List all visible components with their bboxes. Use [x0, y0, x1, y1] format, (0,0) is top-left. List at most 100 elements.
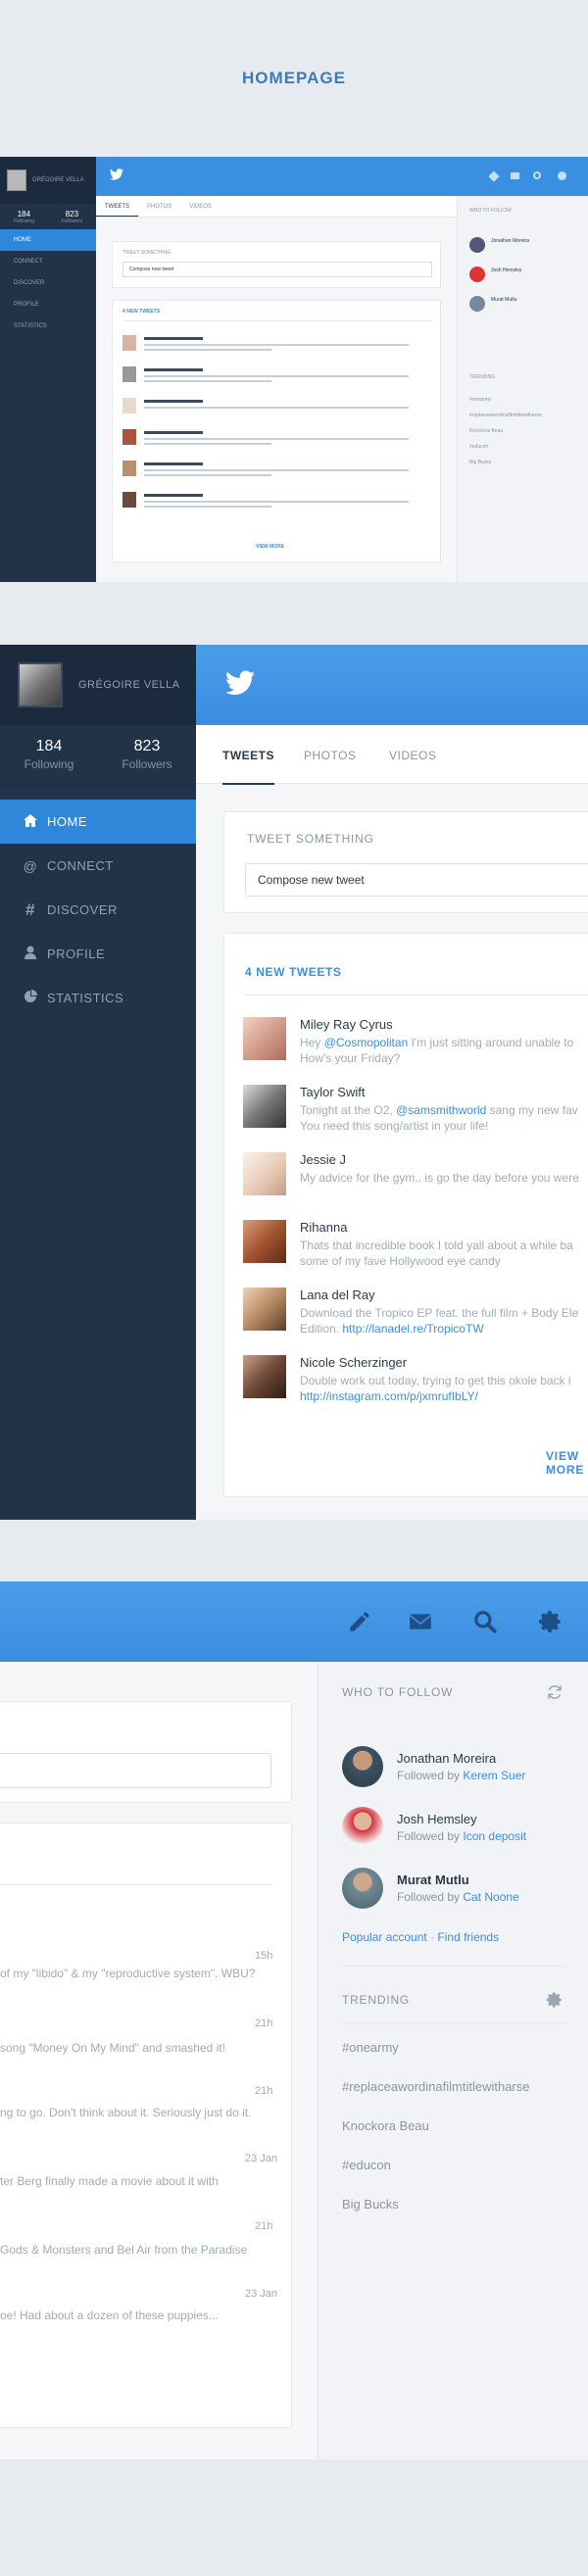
user-icon — [20, 946, 41, 962]
follow-avatar[interactable] — [342, 1807, 383, 1848]
thumb-tweet-row — [122, 429, 436, 453]
followed-by-link[interactable]: Kerem Suer — [463, 1769, 525, 1782]
thumb-nav-discover[interactable]: DISCOVER — [0, 272, 96, 294]
tab-photos[interactable]: PHOTOS — [304, 749, 356, 762]
refresh-icon[interactable] — [546, 1683, 564, 1701]
thumb-nav-statistics[interactable]: STATISTICS — [0, 316, 96, 337]
tweet-author[interactable]: Miley Ray Cyrus — [300, 1017, 393, 1032]
thumb-tweet-row — [122, 366, 436, 390]
follow-suggestion[interactable]: Jonathan Moreira Followed by Kerem Suer — [342, 1746, 577, 1795]
tweet-text-fragment: ng to go. Don't think about it. Seriousl… — [0, 2106, 252, 2119]
followed-by-link[interactable]: Cat Noone — [463, 1890, 518, 1904]
trending-item[interactable]: #educon — [342, 2158, 391, 2172]
twitter-bird-icon[interactable] — [225, 670, 255, 696]
sidebar-item-label: STATISTICS — [47, 991, 124, 1005]
tweet-link[interactable]: http://instagram.com/p/jxmrufIbLY/ — [300, 1389, 478, 1403]
tweet-avatar[interactable] — [243, 1288, 286, 1331]
follow-suggestion[interactable]: Josh Hemsley Followed by Icon deposit — [342, 1807, 577, 1856]
compose-input[interactable] — [0, 1753, 271, 1788]
thumb-tab-videos[interactable]: VIDEOS — [180, 196, 220, 217]
follow-avatar[interactable] — [342, 1868, 383, 1909]
tweet-avatar[interactable] — [243, 1220, 286, 1263]
follow-name[interactable]: Jonathan Moreira — [397, 1751, 496, 1766]
sidebar-item-label: DISCOVER — [47, 902, 118, 917]
thumb-followers-label: Followers — [61, 218, 83, 224]
thumb-nav-connect[interactable]: CONNECT — [0, 251, 96, 272]
avatar[interactable] — [18, 662, 63, 707]
tab-videos[interactable]: VIDEOS — [389, 749, 436, 762]
tweet-avatar[interactable] — [243, 1017, 286, 1060]
tweet-avatar[interactable] — [243, 1152, 286, 1195]
homepage-thumbnail: GRÉGOIRE VELLA 184 Following 823 Followers… — [0, 157, 588, 582]
thumb-tab-tweets[interactable]: TWEETS — [96, 196, 138, 217]
followers-stat[interactable]: 823 Followers — [98, 738, 196, 773]
followers-label: Followers — [122, 756, 172, 771]
tweet-text: Tonight at the O2, @samsmithworld sang m… — [300, 1103, 578, 1133]
sidebar-item-discover[interactable]: # DISCOVER — [0, 888, 196, 932]
sidebar-item-connect[interactable]: @ CONNECT — [0, 844, 196, 888]
at-icon: @ — [23, 857, 38, 874]
compose-input[interactable]: Compose new tweet — [245, 863, 588, 897]
tweet-author[interactable]: Lana del Ray — [300, 1288, 375, 1302]
tweet-author[interactable]: Rihanna — [300, 1220, 347, 1235]
twitter-bird-icon — [110, 169, 123, 180]
compose-card — [0, 1701, 292, 1803]
follow-suggestion[interactable]: Murat Mutlu Followed by Cat Noone — [342, 1868, 577, 1917]
thumb-compose-input[interactable]: Compose new tweet — [122, 262, 432, 277]
home-icon — [20, 813, 41, 830]
sidebar-item-home[interactable]: HOME — [0, 800, 196, 844]
popular-accounts-link[interactable]: Popular account — [342, 1930, 427, 1944]
new-tweets-header[interactable]: 4 NEW TWEETS — [245, 965, 342, 979]
trending-item[interactable]: Big Bucks — [342, 2197, 399, 2211]
thumb-view-more[interactable]: VIEW MORE — [256, 544, 284, 550]
tweet-link[interactable]: http://lanadel.re/TropicoTW — [342, 1322, 483, 1336]
follow-links: Popular account · Find friends — [342, 1930, 500, 1944]
page-title: HOMEPAGE — [242, 69, 346, 87]
tweet-text-fragment: of my "libido" & my "reproductive system… — [0, 1967, 256, 1980]
tweet-author[interactable]: Taylor Swift — [300, 1085, 365, 1099]
tweet-item[interactable]: Jessie J My advice for the gym.. is go t… — [243, 1152, 588, 1211]
tweet-item[interactable]: Rihanna Thats that incredible book I tol… — [243, 1220, 588, 1279]
tweet-text: Hey @Cosmopolitan I'm just sitting aroun… — [300, 1036, 574, 1065]
thumb-compose-card: TWEET SOMETHING Compose new tweet — [112, 241, 441, 288]
trending-item[interactable]: #onearmy — [342, 2040, 399, 2055]
trending-item[interactable]: Knockora Beau — [342, 2118, 429, 2133]
tweet-avatar[interactable] — [243, 1355, 286, 1398]
thumb-topbar — [96, 157, 588, 196]
thumb-tab-photos[interactable]: PHOTOS — [138, 196, 180, 217]
follow-name[interactable]: Murat Mutlu — [397, 1872, 469, 1887]
thumb-nav-home[interactable]: HOME — [0, 229, 96, 251]
tab-tweets[interactable]: TWEETS — [222, 749, 274, 785]
view-more-link[interactable]: VIEW MORE — [546, 1449, 588, 1477]
trending-item[interactable]: #replaceawordinafilmtitlewitharse — [342, 2079, 529, 2094]
mention-link[interactable]: @Cosmopolitan — [324, 1036, 409, 1049]
sidebar-item-statistics[interactable]: STATISTICS — [0, 976, 196, 1020]
followed-by-link[interactable]: Icon deposit — [463, 1829, 526, 1843]
top-bar — [0, 1581, 588, 1662]
search-icon[interactable] — [472, 1609, 498, 1634]
tweet-text-fragment: song "Money On My Mind" and smashed it! — [0, 2041, 225, 2055]
tweet-author[interactable]: Jessie J — [300, 1152, 346, 1167]
thumb-tweet-row — [122, 492, 436, 515]
gear-icon[interactable] — [546, 1991, 564, 2009]
tweet-author[interactable]: Nicole Scherzinger — [300, 1355, 407, 1370]
sidebar-item-profile[interactable]: PROFILE — [0, 932, 196, 976]
tweet-item[interactable]: Lana del Ray Download the Tropico EP fea… — [243, 1288, 588, 1346]
tweet-item[interactable]: Miley Ray Cyrus Hey @Cosmopolitan I'm ju… — [243, 1017, 588, 1076]
mention-link[interactable]: @samsmithworld — [396, 1103, 486, 1117]
following-stat[interactable]: 184 Following — [0, 738, 98, 773]
tweet-text: Thats that incredible book I told yall a… — [300, 1239, 573, 1268]
thumb-nav-profile[interactable]: PROFILE — [0, 294, 96, 316]
messages-icon[interactable] — [408, 1609, 433, 1634]
gear-icon[interactable] — [538, 1609, 564, 1634]
tweet-item[interactable]: Taylor Swift Tonight at the O2, @samsmit… — [243, 1085, 588, 1143]
feed-card — [0, 1823, 292, 2428]
find-friends-link[interactable]: Find friends — [437, 1930, 499, 1944]
compose-pencil-icon[interactable] — [347, 1609, 372, 1634]
thumb-trending-header: TRENDING — [469, 374, 496, 380]
tweet-avatar[interactable] — [243, 1085, 286, 1128]
follow-avatar[interactable] — [342, 1746, 383, 1787]
follow-name[interactable]: Josh Hemsley — [397, 1812, 477, 1826]
tweet-item[interactable]: Nicole Scherzinger Double work out today… — [243, 1355, 588, 1414]
thumb-avatar — [7, 170, 26, 191]
